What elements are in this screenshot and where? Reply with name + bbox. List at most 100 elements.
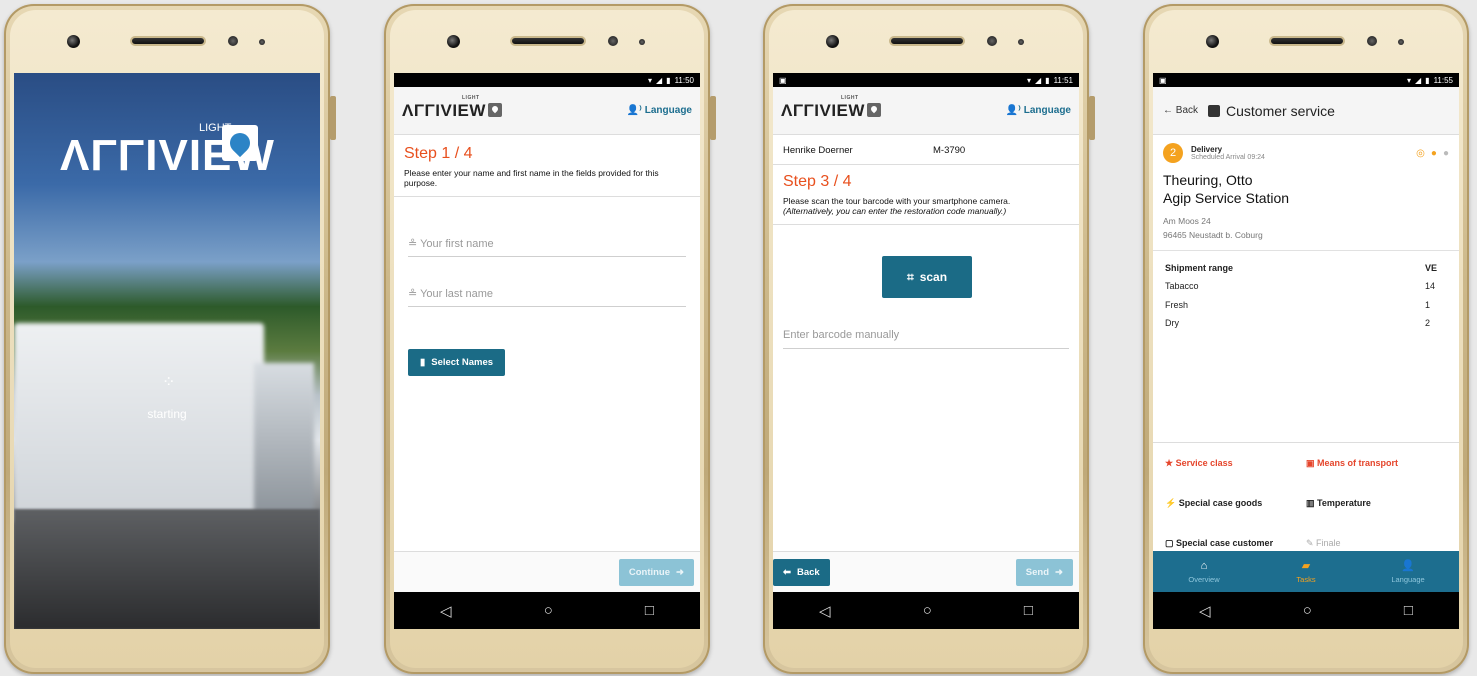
truck-image bbox=[14, 323, 264, 523]
driver-info: Henrike Doerner M-3790 bbox=[773, 135, 1079, 165]
wifi-icon: ▾ bbox=[647, 75, 652, 85]
tab-overview[interactable]: ⌂ Overview bbox=[1153, 551, 1255, 592]
proximity-sensor bbox=[987, 36, 997, 46]
special-case-goods-option[interactable]: ⚡ Special case goods bbox=[1165, 498, 1306, 509]
earpiece-speaker bbox=[889, 36, 965, 46]
target-icon[interactable]: ◎ bbox=[1416, 148, 1425, 159]
step-description-alt: (Alternatively, you can enter the restor… bbox=[783, 206, 1007, 217]
android-nav-bar: ◁ ○ □ bbox=[394, 592, 700, 629]
first-name-field[interactable]: ≗ Your first name bbox=[408, 237, 686, 258]
home-icon: ⌂ bbox=[1200, 559, 1208, 572]
step-title: Step 3 / 4 bbox=[783, 173, 852, 190]
tab-tasks[interactable]: ▰ Tasks bbox=[1255, 551, 1357, 592]
back-button[interactable]: ⬅ Back bbox=[773, 559, 830, 586]
address: Am Moos 24 96465 Neustadt b. Coburg bbox=[1153, 207, 1459, 251]
recents-nav-icon[interactable]: □ bbox=[1024, 602, 1033, 619]
volume-button bbox=[710, 96, 716, 140]
arrow-left-icon: ← bbox=[1163, 105, 1176, 116]
truck-cab-image bbox=[254, 363, 314, 513]
volume-button bbox=[1089, 96, 1095, 140]
means-of-transport-option[interactable]: ▣ Means of transport bbox=[1306, 458, 1447, 469]
check-icon[interactable]: ● bbox=[1443, 148, 1449, 159]
language-button[interactable]: 👤⁾ Language bbox=[1006, 105, 1071, 116]
volume-button bbox=[330, 96, 336, 140]
delivery-header: 2 Delivery Scheduled Arrival 09:24 ◎ ● ● bbox=[1153, 135, 1459, 171]
driver-id: M-3790 bbox=[933, 145, 966, 156]
step-description: Please enter your name and first name in… bbox=[394, 168, 700, 198]
back-nav-icon[interactable]: ◁ bbox=[819, 602, 831, 620]
select-names-button[interactable]: ▮ Select Names bbox=[408, 349, 506, 376]
app-logo: ΛΓΓIVIEW LIGHT bbox=[402, 95, 502, 121]
customer-name: Theuring, Otto bbox=[1163, 172, 1253, 188]
person-icon: ≗ bbox=[408, 288, 421, 301]
barcode-input[interactable]: Enter barcode manually bbox=[783, 329, 1069, 349]
light-sensor bbox=[1398, 39, 1404, 45]
status-bar: ▾ ◢ ▮ 11:50 bbox=[394, 73, 700, 87]
chat-icon: ▢ bbox=[1165, 537, 1177, 548]
pen-icon: ✎ bbox=[1306, 537, 1317, 548]
app-bar: ← Back Customer service bbox=[1153, 87, 1459, 135]
special-case-customer-option[interactable]: ▢ Special case customer bbox=[1165, 538, 1306, 549]
step-title: Step 1 / 4 bbox=[404, 145, 473, 162]
tab-language[interactable]: 👤 Language bbox=[1357, 551, 1459, 592]
back-nav-icon[interactable]: ◁ bbox=[440, 602, 452, 620]
back-nav-icon[interactable]: ◁ bbox=[1199, 602, 1211, 620]
notification-icon: ▣ bbox=[1159, 75, 1167, 85]
continue-button[interactable]: Continue ➜ bbox=[618, 559, 694, 586]
page-title: Customer service bbox=[1208, 103, 1335, 119]
back-link[interactable]: ← Back bbox=[1163, 105, 1198, 116]
language-icon: 👤⁾ bbox=[1005, 105, 1021, 116]
signal-icon: ◢ bbox=[1415, 75, 1422, 85]
step-description: Please scan the tour barcode with your s… bbox=[773, 196, 1079, 226]
recents-nav-icon[interactable]: □ bbox=[645, 602, 654, 619]
app-bar: ΛΓΓIVIEW LIGHT 👤⁾ Language bbox=[773, 87, 1079, 135]
proximity-sensor bbox=[608, 36, 618, 46]
map-pin-icon[interactable]: ● bbox=[1431, 148, 1437, 159]
language-button[interactable]: 👤⁾ Language bbox=[627, 105, 692, 116]
table-row: Tabacco 14 bbox=[1165, 281, 1436, 292]
send-button[interactable]: Send ➜ bbox=[1015, 559, 1073, 586]
phone-2: ▾ ◢ ▮ 11:50 ΛΓΓIVIEW LIGHT 👤⁾ Language Ste… bbox=[384, 4, 716, 674]
language-icon: 👤 bbox=[1401, 560, 1415, 572]
bookmark-icon: ▮ bbox=[420, 357, 426, 368]
options-grid: ★ Service class ▣ Means of transport ⚡ S… bbox=[1153, 442, 1459, 563]
front-camera bbox=[447, 35, 460, 48]
service-class-option[interactable]: ★ Service class bbox=[1165, 458, 1306, 469]
loading-spinner-icon: ⁘ bbox=[162, 374, 176, 391]
footer-bar: Continue ➜ bbox=[394, 551, 700, 592]
home-nav-icon[interactable]: ○ bbox=[544, 602, 553, 619]
notification-icon: ▣ bbox=[779, 75, 787, 85]
finale-option[interactable]: ✎ Finale bbox=[1306, 538, 1447, 549]
clock: 11:50 bbox=[674, 75, 694, 85]
phone-4: ▣ ▾ ◢ ▮ 11:55 ← Back Customer service 2 … bbox=[1143, 4, 1469, 674]
location-pin-icon bbox=[222, 125, 258, 161]
temperature-option[interactable]: ▥ Temperature bbox=[1306, 498, 1447, 509]
stop-number-badge: 2 bbox=[1163, 143, 1183, 163]
login-step1-screen: ▾ ◢ ▮ 11:50 ΛΓΓIVIEW LIGHT 👤⁾ Language Ste… bbox=[394, 73, 700, 629]
table-row: Fresh 1 bbox=[1165, 299, 1431, 310]
shipment-header-row: Shipment range VE bbox=[1165, 262, 1438, 273]
signal-icon: ◢ bbox=[1035, 75, 1042, 85]
location-pin-icon bbox=[487, 102, 502, 117]
customer-service-screen: ▣ ▾ ◢ ▮ 11:55 ← Back Customer service 2 … bbox=[1153, 73, 1459, 629]
city: 96465 Neustadt b. Coburg bbox=[1163, 229, 1263, 240]
table-row: Dry 2 bbox=[1165, 318, 1431, 329]
truck-icon: ▰ bbox=[1301, 560, 1311, 572]
last-name-field[interactable]: ≗ Your last name bbox=[408, 287, 686, 308]
clock: 11:51 bbox=[1053, 75, 1073, 85]
footer-bar: ⬅ Back Send ➜ bbox=[773, 551, 1079, 592]
android-nav-bar: ◁ ○ □ bbox=[1153, 592, 1459, 629]
arrow-left-icon: ⬅ bbox=[783, 567, 791, 578]
bolt-icon: ⚡ bbox=[1165, 497, 1179, 508]
scan-button[interactable]: ⌗ scan bbox=[882, 256, 972, 298]
earpiece-speaker bbox=[1269, 36, 1345, 46]
wifi-icon: ▾ bbox=[1406, 75, 1411, 85]
home-nav-icon[interactable]: ○ bbox=[1303, 602, 1312, 619]
proximity-sensor bbox=[228, 36, 238, 46]
phone-1: ΛΓΓIVIEW LIGHT ⁘ starting bbox=[4, 4, 336, 674]
company-name: Agip Service Station bbox=[1163, 190, 1290, 207]
recents-nav-icon[interactable]: □ bbox=[1404, 602, 1413, 619]
home-nav-icon[interactable]: ○ bbox=[923, 602, 932, 619]
qr-code-icon: ⌗ bbox=[906, 269, 914, 284]
thermometer-icon: ▥ bbox=[1306, 497, 1318, 508]
